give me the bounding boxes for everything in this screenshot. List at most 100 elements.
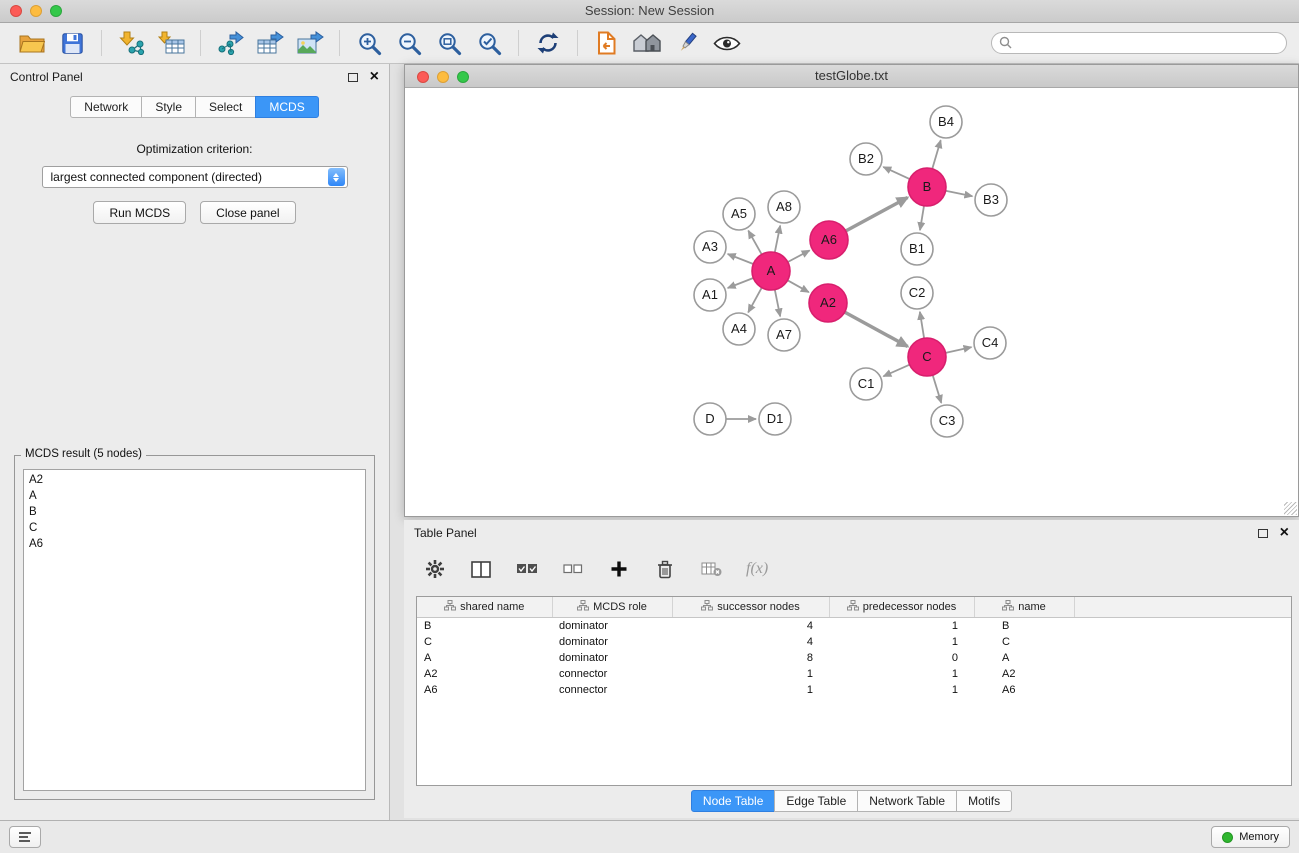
column-header-predecessor-nodes[interactable]: predecessor nodes <box>829 597 974 617</box>
column-header-successor-nodes[interactable]: successor nodes <box>672 597 829 617</box>
table-panel-close-button[interactable]: × <box>1280 526 1289 540</box>
table-row[interactable]: Cdominator41C <box>417 634 1291 650</box>
export-document-button[interactable] <box>589 27 625 59</box>
edge-A-A7[interactable] <box>775 290 780 317</box>
edge-B-B3[interactable] <box>946 191 973 196</box>
edge-B-B4[interactable] <box>932 140 940 169</box>
export-table-button[interactable] <box>252 27 288 59</box>
edge-C-C3[interactable] <box>933 375 942 403</box>
export-network-button[interactable] <box>212 27 248 59</box>
add-column-button[interactable] <box>608 560 630 578</box>
network-zoom-traffic-light[interactable] <box>457 71 469 83</box>
edge-B-B1[interactable] <box>920 206 924 230</box>
edge-C-C1[interactable] <box>883 365 909 377</box>
graph-node-D1[interactable]: D1 <box>759 403 791 435</box>
edge-C-C4[interactable] <box>946 347 972 353</box>
table-panel-float-button[interactable] <box>1258 529 1268 538</box>
deselect-all-button[interactable] <box>562 564 584 574</box>
zoom-out-button[interactable] <box>391 27 427 59</box>
delete-table-button[interactable] <box>700 561 722 577</box>
minimize-traffic-light[interactable] <box>30 5 42 17</box>
home-button[interactable] <box>629 27 665 59</box>
graph-node-A4[interactable]: A4 <box>723 313 755 345</box>
task-history-button[interactable] <box>9 826 41 848</box>
column-header-name[interactable]: name <box>974 597 1074 617</box>
graph-node-A3[interactable]: A3 <box>694 231 726 263</box>
zoom-in-button[interactable] <box>351 27 387 59</box>
graph-node-C3[interactable]: C3 <box>931 405 963 437</box>
panel-close-button[interactable]: × <box>370 70 379 84</box>
edge-B-B2[interactable] <box>883 167 909 179</box>
table-tab-node-table[interactable]: Node Table <box>691 790 776 812</box>
edge-A2-C[interactable] <box>845 312 908 346</box>
network-canvas[interactable]: B4B2BB3A5A8A6B1A3AC2A1A2A4A7C4CC1C3DD1 <box>405 89 1298 516</box>
show-columns-button[interactable] <box>470 561 492 578</box>
graph-node-C4[interactable]: C4 <box>974 327 1006 359</box>
network-graph[interactable]: B4B2BB3A5A8A6B1A3AC2A1A2A4A7C4CC1C3DD1 <box>405 89 1298 516</box>
edge-A6-B[interactable] <box>846 198 908 232</box>
mcds-result-item[interactable]: C <box>24 520 365 536</box>
edge-A-A5[interactable] <box>748 231 761 255</box>
edge-A-A1[interactable] <box>728 278 754 288</box>
table-tab-network-table[interactable]: Network Table <box>857 790 957 812</box>
import-table-button[interactable] <box>153 27 189 59</box>
table-row[interactable]: Adominator80A <box>417 650 1291 666</box>
graph-node-B1[interactable]: B1 <box>901 233 933 265</box>
table-tab-motifs[interactable]: Motifs <box>956 790 1012 812</box>
mcds-result-item[interactable]: A2 <box>24 472 365 488</box>
select-all-button[interactable] <box>516 563 538 575</box>
graph-node-B[interactable]: B <box>908 168 946 206</box>
show-hide-button[interactable] <box>709 27 745 59</box>
table-row[interactable]: A2connector11A2 <box>417 666 1291 682</box>
edge-A-A3[interactable] <box>728 254 754 264</box>
edge-A-A4[interactable] <box>748 288 762 313</box>
export-image-button[interactable] <box>292 27 328 59</box>
control-tab-network[interactable]: Network <box>70 96 142 118</box>
criterion-dropdown[interactable]: largest connected component (directed) <box>42 166 348 188</box>
graph-node-D[interactable]: D <box>694 403 726 435</box>
table-row[interactable]: Bdominator41B <box>417 617 1291 634</box>
close-traffic-light[interactable] <box>10 5 22 17</box>
mcds-result-item[interactable]: B <box>24 504 365 520</box>
style-brush-button[interactable] <box>669 27 705 59</box>
graph-node-C1[interactable]: C1 <box>850 368 882 400</box>
save-session-button[interactable] <box>54 27 90 59</box>
mcds-result-list[interactable]: A2ABCA6 <box>23 469 366 791</box>
graph-node-C[interactable]: C <box>908 338 946 376</box>
zoom-fit-button[interactable] <box>431 27 467 59</box>
network-close-traffic-light[interactable] <box>417 71 429 83</box>
zoom-traffic-light[interactable] <box>50 5 62 17</box>
refresh-view-button[interactable] <box>530 27 566 59</box>
network-minimize-traffic-light[interactable] <box>437 71 449 83</box>
run-mcds-button[interactable]: Run MCDS <box>93 201 186 224</box>
graph-node-A8[interactable]: A8 <box>768 191 800 223</box>
edge-A-A2[interactable] <box>788 280 809 292</box>
column-header-shared-name[interactable]: shared name <box>417 597 552 617</box>
mcds-result-item[interactable]: A <box>24 488 365 504</box>
panel-float-button[interactable] <box>348 73 358 82</box>
close-panel-button[interactable]: Close panel <box>200 201 295 224</box>
column-header-MCDS-role[interactable]: MCDS role <box>552 597 672 617</box>
control-tab-style[interactable]: Style <box>141 96 196 118</box>
memory-button[interactable]: Memory <box>1211 826 1290 848</box>
graph-node-A6[interactable]: A6 <box>810 221 848 259</box>
search-input[interactable] <box>991 32 1287 54</box>
table-settings-button[interactable] <box>424 559 446 579</box>
graph-node-A2[interactable]: A2 <box>809 284 847 322</box>
table-tab-edge-table[interactable]: Edge Table <box>774 790 858 812</box>
delete-column-button[interactable] <box>654 560 676 579</box>
control-tab-mcds[interactable]: MCDS <box>255 96 318 118</box>
table-row[interactable]: A6connector11A6 <box>417 682 1291 698</box>
function-builder-button[interactable]: f(x) <box>746 560 768 578</box>
control-tab-select[interactable]: Select <box>195 96 256 118</box>
import-network-button[interactable] <box>113 27 149 59</box>
graph-node-B2[interactable]: B2 <box>850 143 882 175</box>
zoom-selected-button[interactable] <box>471 27 507 59</box>
graph-node-A7[interactable]: A7 <box>768 319 800 351</box>
graph-node-A5[interactable]: A5 <box>723 198 755 230</box>
graph-node-A1[interactable]: A1 <box>694 279 726 311</box>
graph-node-A[interactable]: A <box>752 252 790 290</box>
open-file-button[interactable] <box>14 27 50 59</box>
mcds-result-item[interactable]: A6 <box>24 536 365 552</box>
graph-node-C2[interactable]: C2 <box>901 277 933 309</box>
